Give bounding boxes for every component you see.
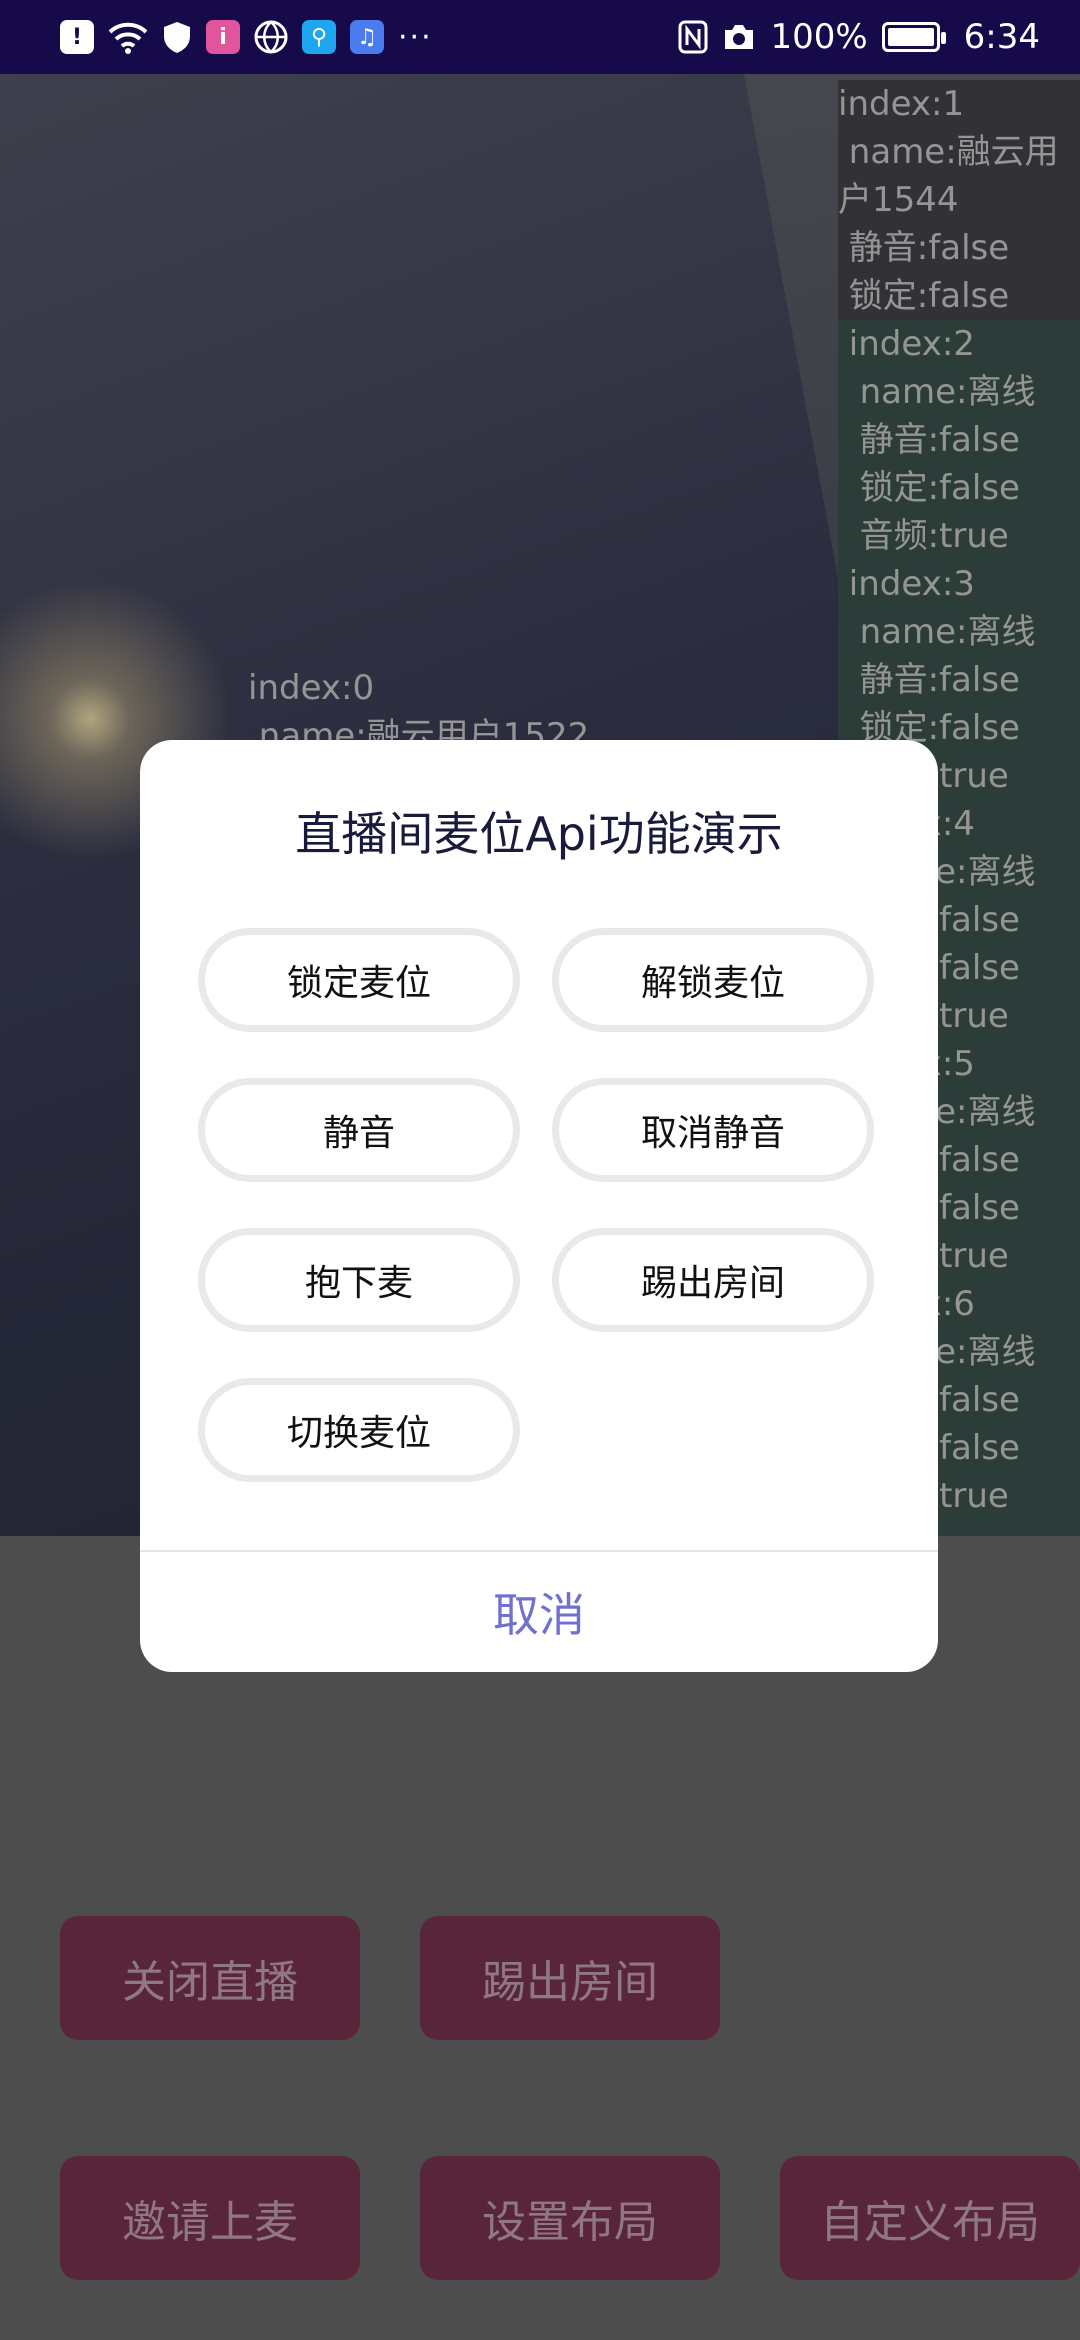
music-app-icon: ♫: [350, 20, 384, 54]
cancel-button[interactable]: 取消: [140, 1552, 938, 1672]
switch-seat-button[interactable]: 切换麦位: [198, 1378, 520, 1482]
shield-icon: [164, 22, 190, 53]
mute-button[interactable]: 静音: [198, 1078, 520, 1182]
wifi-icon: [108, 22, 148, 54]
dialog-title: 直播间麦位Api功能演示: [295, 807, 783, 861]
nfc-icon: [678, 20, 708, 54]
kick-from-seat-button[interactable]: 抱下麦: [198, 1228, 520, 1332]
battery-percent: 100%: [770, 17, 868, 57]
seat-api-dialog: 直播间麦位Api功能演示 锁定麦位 解锁麦位 静音 取消静音 抱下麦 踢出房间 …: [140, 740, 938, 1672]
battery-level: [887, 28, 934, 46]
status-right: 100% 6:34: [678, 17, 1040, 57]
unmute-button[interactable]: 取消静音: [552, 1078, 874, 1182]
more-notifications: ···: [398, 19, 433, 55]
camera-icon: [725, 25, 754, 49]
globe-icon: [254, 20, 288, 54]
battery-icon: [881, 22, 946, 52]
status-left-icons: ! i ⚲ ♫ ···: [60, 20, 678, 55]
search-app-icon: ⚲: [302, 20, 336, 54]
alert-icon: !: [60, 20, 94, 54]
app-i-icon: i: [206, 20, 240, 54]
unlock-seat-button[interactable]: 解锁麦位: [552, 928, 874, 1032]
kick-from-room-button[interactable]: 踢出房间: [552, 1228, 874, 1332]
lock-seat-button[interactable]: 锁定麦位: [198, 928, 520, 1032]
status-bar: ! i ⚲ ♫ ··· 100% 6:34: [0, 0, 1080, 74]
clock: 6:34: [963, 17, 1040, 57]
